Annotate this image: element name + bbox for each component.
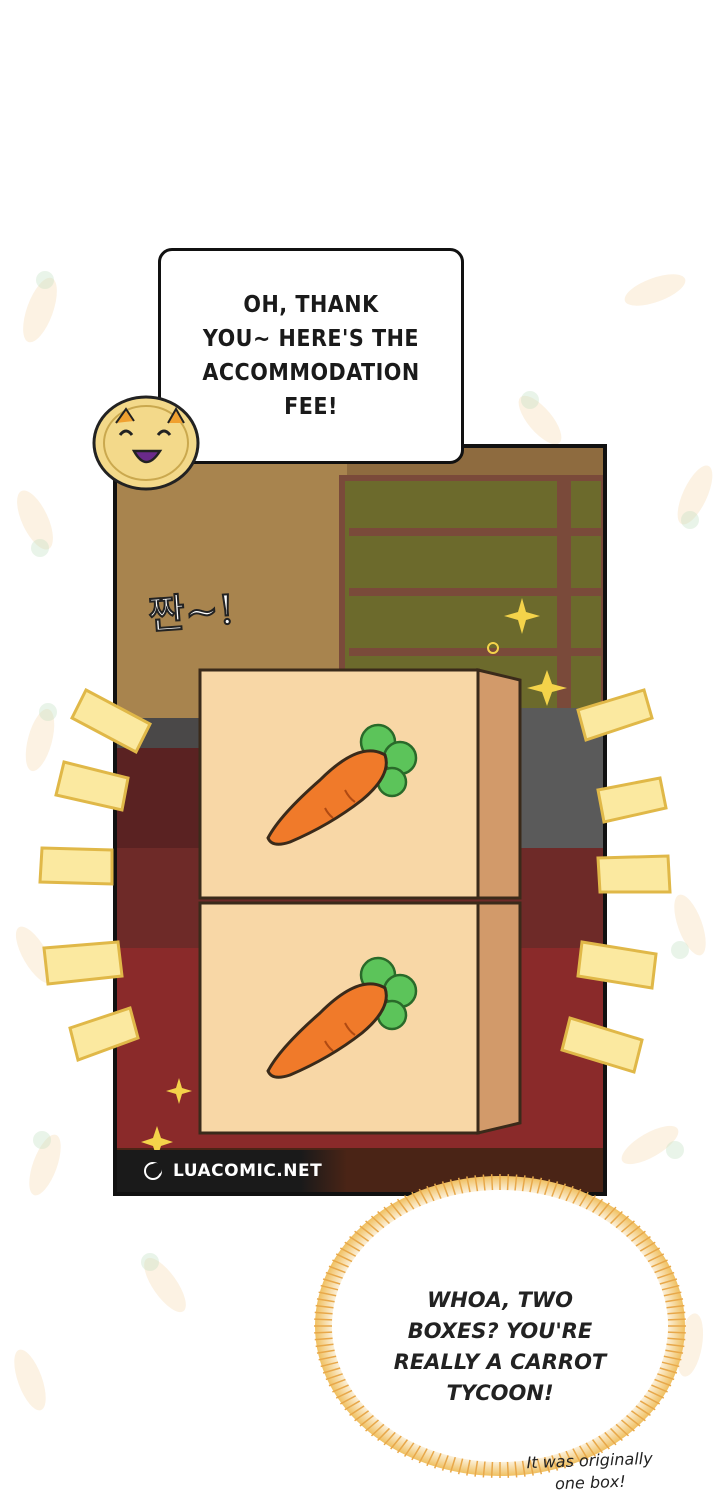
side-note: It was originally one box!: [526, 1448, 653, 1494]
burst-bubble-text: WHOA, TWO BOXES? YOU'RE REALLY A CARROT …: [393, 1288, 607, 1405]
speech-bubble-text: OH, THANK YOU~ HERE'S THE ACCOMMODATION …: [202, 292, 420, 420]
sfx-text: 짠~!: [146, 586, 237, 640]
character-avatar: [92, 395, 200, 491]
moon-logo-icon: [144, 1162, 162, 1180]
